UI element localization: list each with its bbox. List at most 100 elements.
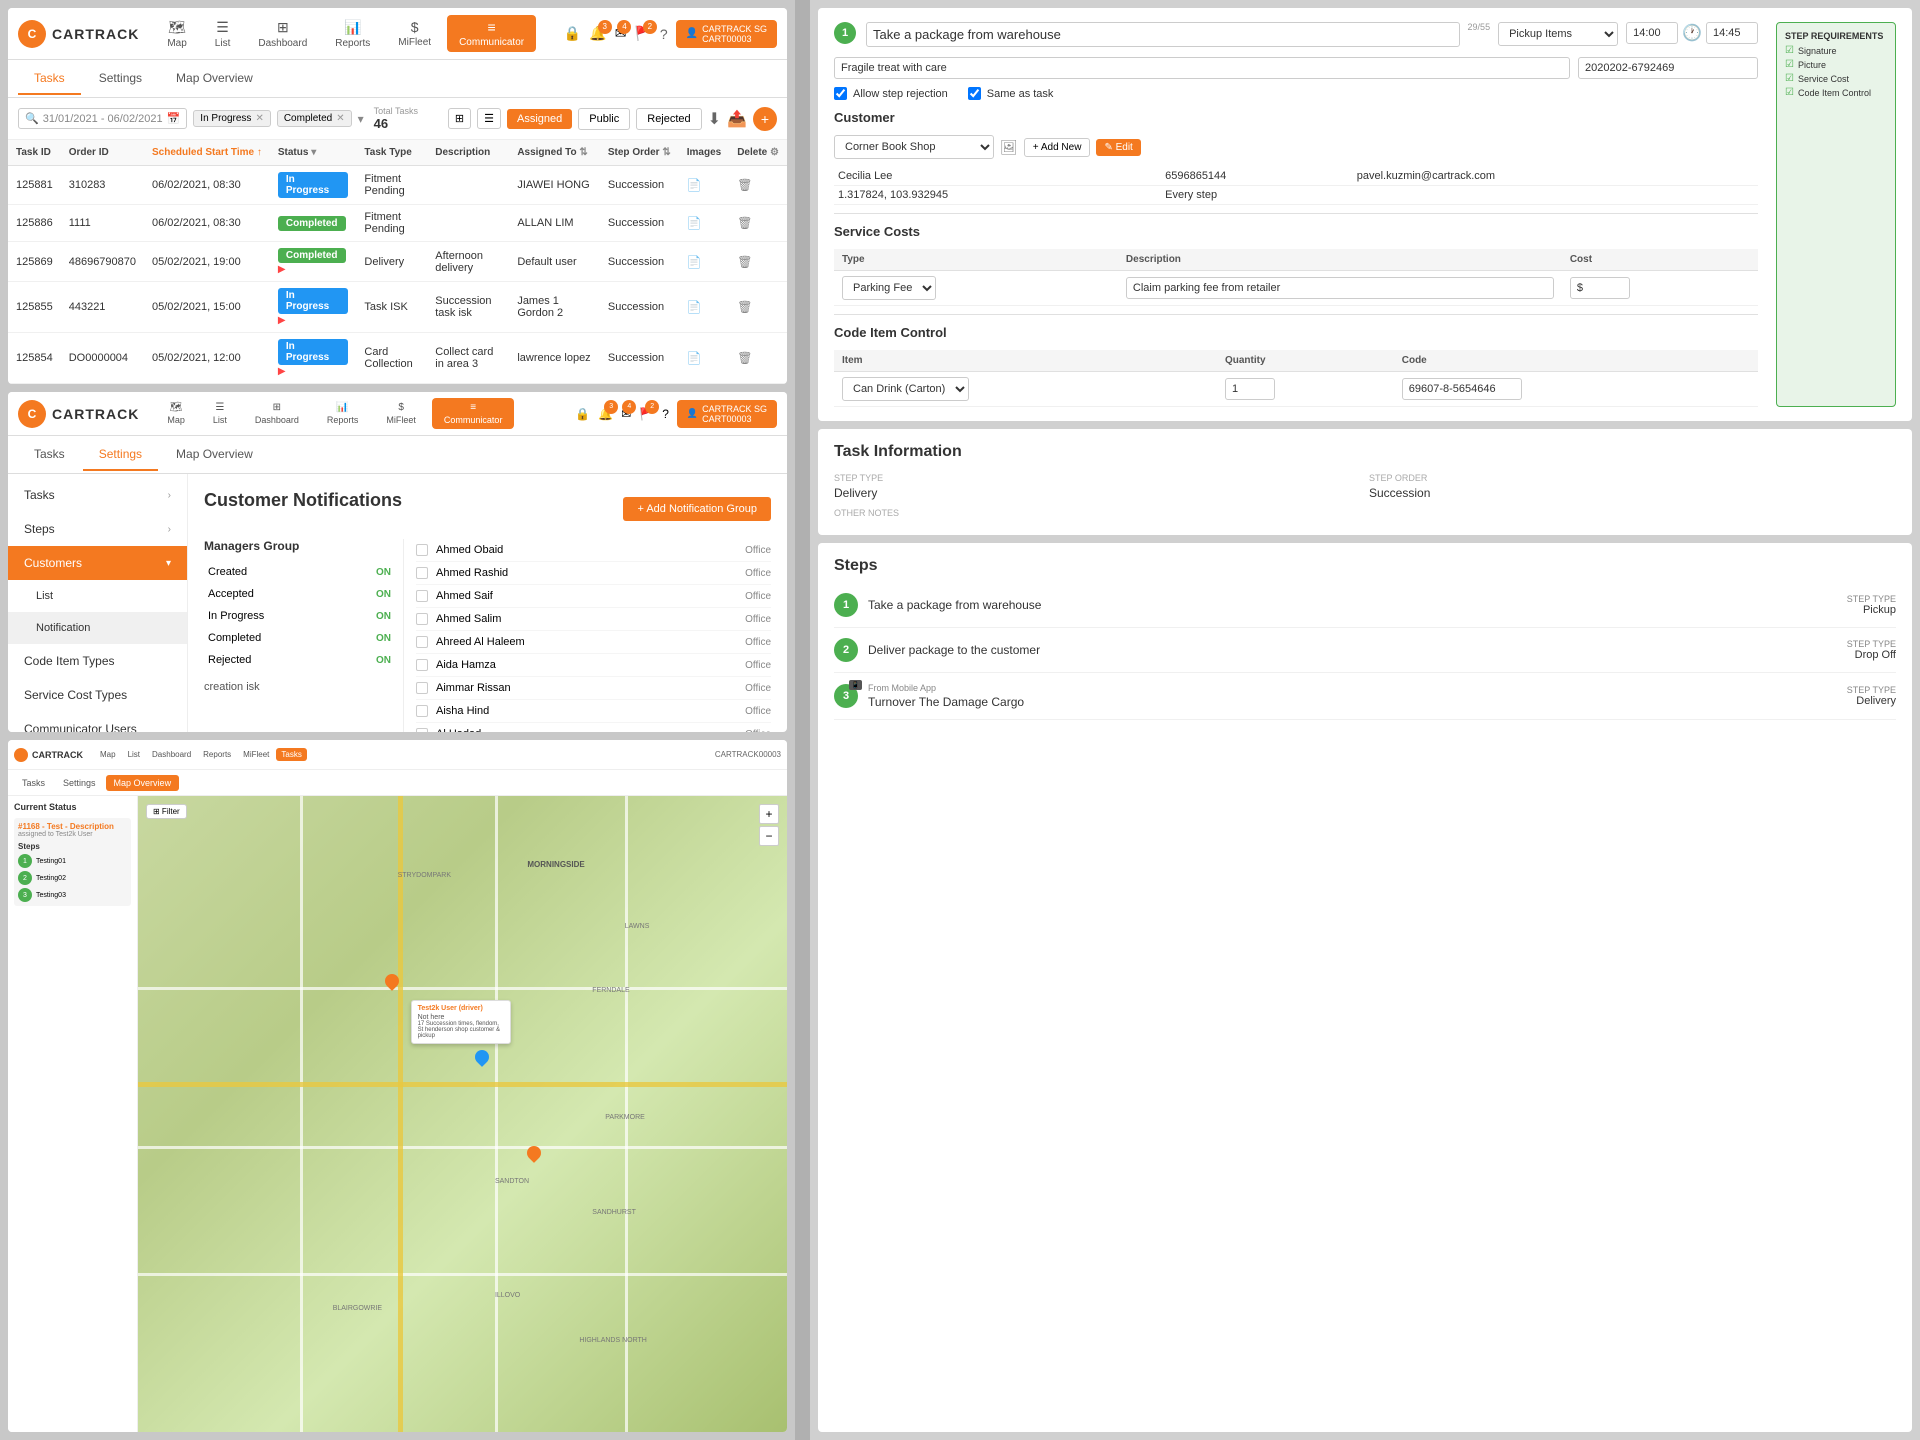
allow-rejection-check[interactable] xyxy=(834,87,847,100)
sc-desc-input[interactable] xyxy=(1126,277,1554,299)
tab-tasks-2[interactable]: Tasks xyxy=(18,439,81,471)
image-icon[interactable]: 📄 xyxy=(687,255,702,269)
delete-icon[interactable]: 🗑 xyxy=(737,351,752,365)
user-checkbox[interactable] xyxy=(416,682,428,694)
filter-tag-remove-completed[interactable]: ✕ xyxy=(336,113,344,124)
mini-nav-mifleet[interactable]: MiFleet xyxy=(238,748,274,761)
customer-select[interactable]: Corner Book Shop xyxy=(834,135,994,159)
nav-list[interactable]: ☰ List xyxy=(203,15,243,53)
user-checkbox[interactable] xyxy=(416,659,428,671)
delete-icon[interactable]: 🗑 xyxy=(737,300,752,314)
public-btn[interactable]: Public xyxy=(578,108,630,130)
download-icon[interactable]: ⬇ xyxy=(708,109,721,129)
user-checkbox[interactable] xyxy=(416,544,428,556)
nav-dashboard[interactable]: ⊞ Dashboard xyxy=(246,15,319,53)
filter-tag-completed[interactable]: Completed ✕ xyxy=(277,110,352,127)
nav-map-2[interactable]: 🗺Map xyxy=(155,398,197,429)
mini-tab-map-overview[interactable]: Map Overview xyxy=(106,775,180,791)
mini-nav-list[interactable]: List xyxy=(123,748,145,761)
tab-map-overview-1[interactable]: Map Overview xyxy=(160,63,269,95)
share-icon[interactable]: 📤 xyxy=(727,109,747,129)
filter-dropdown-icon[interactable]: ▾ xyxy=(358,112,364,126)
sidebar-item-list[interactable]: List xyxy=(8,580,187,612)
ci-qty-input[interactable] xyxy=(1225,378,1275,400)
image-icon[interactable]: 📄 xyxy=(687,216,702,230)
nav-reports[interactable]: 📊 Reports xyxy=(323,15,382,53)
step-type-select[interactable]: Pickup Items xyxy=(1498,22,1618,46)
search-box[interactable]: 🔍 31/01/2021 - 06/02/2021 📅 xyxy=(18,108,187,129)
user-checkbox[interactable] xyxy=(416,567,428,579)
ci-item-select[interactable]: Can Drink (Carton) xyxy=(842,377,969,401)
nav-list-2[interactable]: ☰List xyxy=(201,398,239,429)
user-checkbox[interactable] xyxy=(416,705,428,717)
help-icon-2[interactable]: ? xyxy=(662,407,669,421)
tab-tasks-1[interactable]: Tasks xyxy=(18,63,81,95)
nav-communicator[interactable]: ≡ Communicator xyxy=(447,15,536,52)
zoom-in-btn[interactable]: + xyxy=(759,804,779,824)
mini-tab-settings[interactable]: Settings xyxy=(55,775,104,791)
nav-dashboard-2[interactable]: ⊞Dashboard xyxy=(243,398,311,429)
tab-map-overview-2[interactable]: Map Overview xyxy=(160,439,269,471)
zoom-out-btn[interactable]: − xyxy=(759,826,779,846)
table-row[interactable]: 125854 DO0000004 05/02/2021, 12:00 In Pr… xyxy=(8,333,787,384)
step-title-input[interactable] xyxy=(866,22,1460,47)
add-new-btn[interactable]: + Add New xyxy=(1024,138,1091,157)
sidebar-item-customers[interactable]: Customers ▾ xyxy=(8,546,187,580)
sidebar-item-communicator-users[interactable]: Communicator Users xyxy=(8,712,187,732)
ci-code-input[interactable] xyxy=(1402,378,1522,400)
nav-mifleet[interactable]: $ MiFleet xyxy=(386,15,443,52)
table-row[interactable]: 125881 310283 06/02/2021, 08:30 In Progr… xyxy=(8,166,787,205)
user-checkbox[interactable] xyxy=(416,728,428,732)
filter-tag-inprogress[interactable]: In Progress ✕ xyxy=(193,110,271,127)
sidebar-item-steps[interactable]: Steps › xyxy=(8,512,187,546)
filter-toggle[interactable]: ⊞ Filter xyxy=(146,804,187,819)
user-checkbox[interactable] xyxy=(416,613,428,625)
reference-input[interactable] xyxy=(1578,57,1758,79)
add-notification-group-btn[interactable]: + Add Notification Group xyxy=(623,497,771,521)
delete-icon[interactable]: 🗑 xyxy=(737,178,752,192)
nav-reports-2[interactable]: 📊Reports xyxy=(315,398,371,429)
calendar-icon[interactable]: 📅 xyxy=(167,112,181,125)
time-to-input[interactable] xyxy=(1706,22,1758,44)
mini-tab-tasks[interactable]: Tasks xyxy=(14,775,53,791)
mini-nav-tasks[interactable]: Tasks xyxy=(276,748,306,761)
sidebar-item-notification[interactable]: Notification xyxy=(8,612,187,644)
nav-map[interactable]: 🗺 Map xyxy=(155,15,198,53)
table-row[interactable]: 125886 1111 06/02/2021, 08:30 Completed … xyxy=(8,205,787,242)
assigned-btn[interactable]: Assigned xyxy=(507,109,572,129)
tab-settings-2[interactable]: Settings xyxy=(83,439,158,471)
tab-settings-1[interactable]: Settings xyxy=(83,63,158,95)
table-row[interactable]: 125855 443221 05/02/2021, 15:00 In Progr… xyxy=(8,282,787,333)
image-icon[interactable]: 📄 xyxy=(687,300,702,314)
filter-tag-remove-inprogress[interactable]: ✕ xyxy=(255,113,263,124)
rejected-btn[interactable]: Rejected xyxy=(636,108,701,130)
sidebar-item-code-item-types[interactable]: Code Item Types xyxy=(8,644,187,678)
same-as-task-check[interactable] xyxy=(968,87,981,100)
mini-nav-dashboard[interactable]: Dashboard xyxy=(147,748,196,761)
alert-badge[interactable]: 🚩 2 xyxy=(634,25,651,43)
help-icon[interactable]: ? xyxy=(660,26,668,42)
nav-mifleet-2[interactable]: $MiFleet xyxy=(374,398,428,429)
user-checkbox[interactable] xyxy=(416,636,428,648)
delete-icon[interactable]: 🗑 xyxy=(737,255,752,269)
user-info[interactable]: 👤 CARTRACK SG CART00003 xyxy=(676,20,777,48)
mini-nav-reports[interactable]: Reports xyxy=(198,748,236,761)
user-checkbox[interactable] xyxy=(416,590,428,602)
add-task-btn[interactable]: + xyxy=(753,107,777,131)
task-card[interactable]: #1168 - Test - Description assigned to T… xyxy=(14,818,131,906)
msg-badge[interactable]: ✉ 4 xyxy=(615,25,627,43)
nav-communicator-2[interactable]: ≡Communicator xyxy=(432,398,515,429)
sidebar-item-tasks[interactable]: Tasks › xyxy=(8,478,187,512)
bell-badge[interactable]: 🔔 3 xyxy=(589,25,606,43)
description-input[interactable] xyxy=(834,57,1570,79)
edit-customer-btn[interactable]: ✎ Edit xyxy=(1096,139,1140,156)
table-row[interactable]: 125869 48696790870 05/02/2021, 19:00 Com… xyxy=(8,242,787,282)
mini-nav-map[interactable]: Map xyxy=(95,748,121,761)
image-icon[interactable]: 📄 xyxy=(687,351,702,365)
list-view-btn[interactable]: ☰ xyxy=(477,108,501,129)
time-from-input[interactable] xyxy=(1626,22,1678,44)
user-info-2[interactable]: 👤 CARTRACK SGCART00003 xyxy=(677,400,777,428)
sc-type-select[interactable]: Parking Fee xyxy=(842,276,936,300)
sc-cost-input[interactable] xyxy=(1570,277,1630,299)
sidebar-item-service-cost-types[interactable]: Service Cost Types xyxy=(8,678,187,712)
